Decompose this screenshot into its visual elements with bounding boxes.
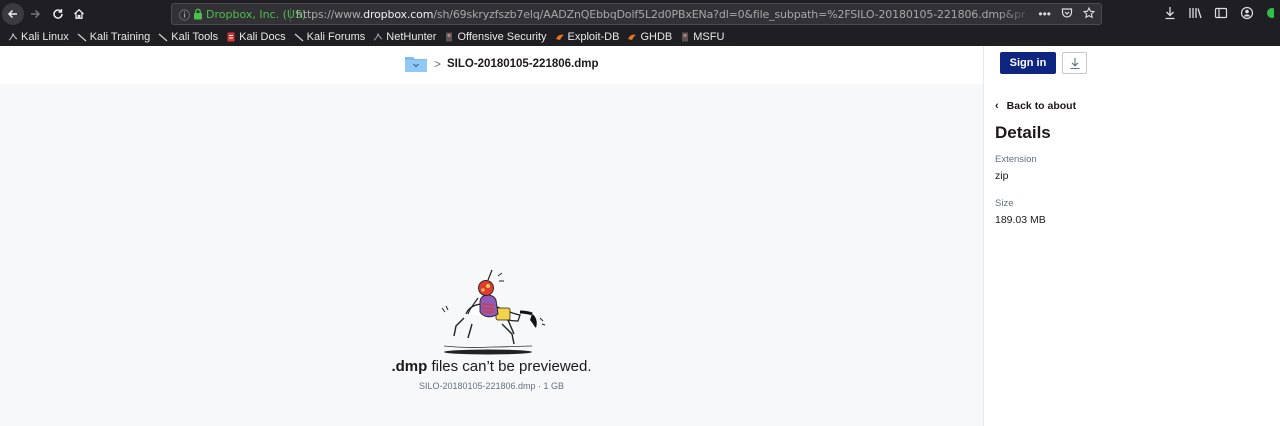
page-actions-menu-icon[interactable]: ••• [1038, 7, 1051, 22]
forward-arrow-icon[interactable] [25, 4, 45, 24]
downloads-icon[interactable] [1164, 6, 1176, 23]
url-domain: dropbox.com [363, 8, 434, 21]
details-title: Details [995, 123, 1051, 142]
bookmark-ghdb[interactable]: GHDB [627, 31, 672, 43]
bookmark-label: Kali Linux [21, 31, 69, 43]
download-icon [1070, 57, 1079, 69]
breadcrumb-file-name: SILO-20180105-221806.dmp [447, 58, 599, 70]
library-icon[interactable] [1188, 6, 1202, 23]
bookmark-kali-training[interactable]: Kali Training [77, 31, 151, 43]
bookmark-label: Kali Forums [306, 31, 366, 43]
extension-label: Extension [995, 154, 1037, 165]
no-preview-extension: .dmp [391, 358, 428, 375]
back-to-about-link[interactable]: ‹ Back to about [995, 100, 1076, 112]
size-value: 189.03 MB [995, 214, 1046, 226]
lock-icon [194, 8, 202, 20]
kali-dragon-icon [8, 32, 18, 41]
extension-icon[interactable] [1266, 6, 1277, 23]
home-icon[interactable] [69, 4, 89, 24]
pocket-icon[interactable] [1061, 7, 1073, 22]
sidebar-toggle-icon[interactable] [1214, 6, 1228, 23]
download-button[interactable] [1062, 52, 1087, 74]
bookmark-label: NetHunter [386, 31, 437, 43]
reload-icon[interactable] [48, 4, 68, 24]
url-separator [290, 8, 291, 22]
site-identity[interactable]: Dropbox, Inc. (US) [206, 8, 306, 21]
bookmark-msfu[interactable]: MSFU [680, 31, 724, 43]
kali-docs-icon [227, 32, 235, 42]
address-bar[interactable]: ⓘ Dropbox, Inc. (US) https://www.dropbox… [171, 3, 1102, 25]
ghdb-icon [628, 34, 637, 40]
preview-area: > SILO-20180105-221806.dmp .dmp files ca… [0, 46, 983, 426]
kali-dragon-icon [77, 33, 87, 42]
kali-dragon-icon [158, 33, 168, 42]
sign-in-button[interactable]: Sign in [1000, 52, 1056, 74]
exploitdb-icon [555, 34, 564, 40]
bookmark-offensive-security[interactable]: Offensive Security [444, 31, 547, 43]
bookmarks-toolbar: Kali Linux Kali Training Kali Tools Kali… [0, 28, 1280, 46]
bookmark-nethunter[interactable]: NetHunter [373, 31, 436, 43]
bookmark-label: Exploit-DB [567, 31, 620, 43]
bookmark-star-icon[interactable] [1082, 6, 1096, 22]
bookmark-label: MSFU [693, 31, 725, 43]
url-fade [996, 4, 1036, 24]
bookmark-label: GHDB [640, 31, 673, 43]
bookmark-kali-tools[interactable]: Kali Tools [158, 31, 218, 43]
kali-dragon-icon [294, 33, 304, 42]
address-bar-tools: ••• [1038, 6, 1096, 22]
bookmark-kali-forums[interactable]: Kali Forums [294, 31, 366, 43]
details-sidebar: Sign in ‹ Back to about Details Extensio… [983, 46, 1280, 426]
offsec-icon [446, 32, 453, 42]
unicorn-rider-illustration [441, 269, 546, 355]
msfu-icon [682, 32, 689, 42]
back-arrow-icon[interactable] [2, 3, 24, 25]
no-preview-text: files can’t be previewed. [427, 358, 592, 375]
shared-folder-icon[interactable] [405, 55, 427, 72]
toolbar-right-icons [1164, 6, 1277, 23]
chevron-left-icon: ‹ [995, 100, 999, 112]
account-icon[interactable] [1240, 6, 1254, 23]
file-info: SILO-20180105-221806.dmp · 1 GB [418, 381, 565, 391]
size-label: Size [995, 198, 1014, 209]
chevron-right-icon: > [434, 57, 442, 71]
bookmark-label: Kali Training [89, 31, 151, 43]
breadcrumb: > SILO-20180105-221806.dmp [0, 46, 983, 84]
info-icon[interactable]: ⓘ [179, 7, 190, 23]
url-prefix: https://www. [296, 8, 364, 21]
browser-toolbar: ⓘ Dropbox, Inc. (US) https://www.dropbox… [0, 0, 1280, 28]
bookmark-kali-linux[interactable]: Kali Linux [8, 31, 69, 43]
url-text[interactable]: https://www.dropbox.com/sh/69skryzfszb7e… [296, 8, 1026, 21]
bookmark-label: Offensive Security [457, 31, 547, 43]
bookmark-label: Kali Tools [171, 31, 219, 43]
back-to-about-label: Back to about [1006, 100, 1077, 112]
no-preview-message: .dmp files can’t be previewed. [0, 358, 983, 375]
bookmark-label: Kali Docs [239, 31, 286, 43]
bookmark-kali-docs[interactable]: Kali Docs [226, 31, 286, 43]
nethunter-icon [374, 32, 383, 41]
bookmark-exploit-db[interactable]: Exploit-DB [555, 31, 620, 43]
url-rest: /sh/69skryzfszb7elq/AADZnQEbbqDolf5L2d0P… [433, 8, 1026, 21]
extension-value: zip [995, 170, 1009, 182]
